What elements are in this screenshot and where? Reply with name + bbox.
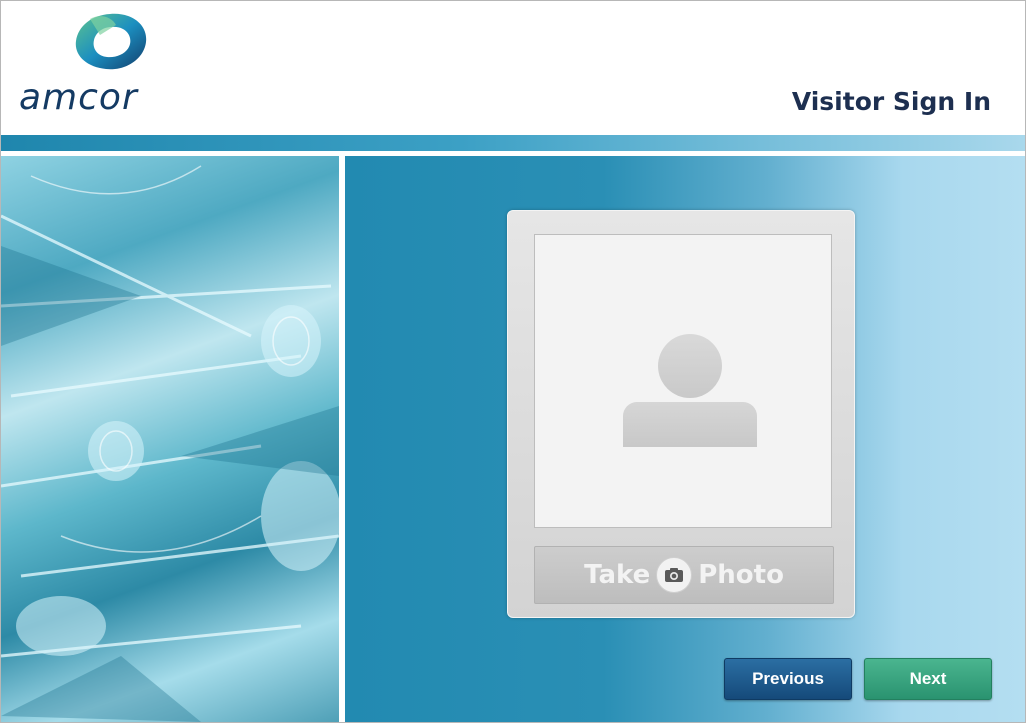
app-window: amcor Visitor Sign In Take Photo Previou…	[0, 0, 1026, 723]
next-button[interactable]: Next	[864, 658, 992, 700]
main-panel: Take Photo Previous Next	[345, 156, 1025, 722]
page-title: Visitor Sign In	[791, 87, 991, 116]
take-photo-label-right: Photo	[698, 560, 784, 590]
avatar-head	[658, 334, 722, 398]
glass-bottles-image	[1, 156, 339, 722]
header: amcor Visitor Sign In	[1, 1, 1025, 135]
photo-preview	[534, 234, 832, 528]
amcor-logo-icon	[75, 13, 147, 70]
glass-bottles-artwork	[1, 165, 339, 722]
avatar-body	[623, 402, 757, 447]
take-photo-button[interactable]: Take Photo	[534, 546, 834, 604]
previous-button[interactable]: Previous	[724, 658, 852, 700]
take-photo-label-left: Take	[584, 560, 651, 590]
header-stripe	[1, 135, 1025, 151]
camera-icon	[656, 557, 693, 593]
avatar-placeholder-icon	[623, 334, 757, 447]
photo-card: Take Photo	[507, 210, 855, 618]
amcor-logo: amcor	[15, 11, 155, 121]
brand-wordmark: amcor	[19, 77, 138, 118]
